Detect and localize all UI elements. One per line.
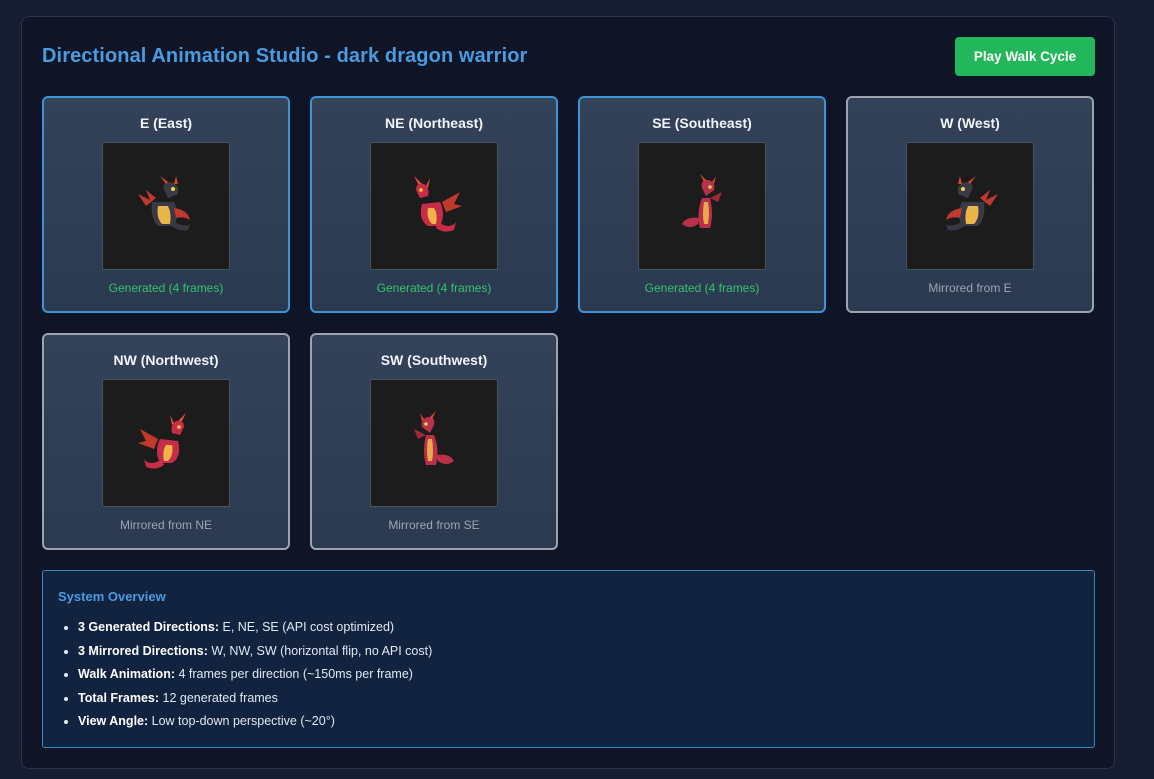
overview-list: 3 Generated Directions: E, NE, SE (API c… — [78, 619, 432, 737]
dragon-sprite-east — [138, 176, 190, 231]
dragon-sprite-northeast — [414, 176, 462, 232]
direction-status: Mirrored from SE — [388, 518, 480, 532]
item-label: Walk Animation: — [78, 667, 175, 681]
overview-title: System Overview — [58, 589, 166, 604]
direction-label: NW (Northwest) — [113, 352, 219, 368]
play-walk-cycle-button[interactable]: Play Walk Cycle — [955, 37, 1095, 76]
item-text: Low top-down perspective (~20°) — [151, 714, 335, 728]
direction-label: NE (Northeast) — [384, 115, 483, 131]
sprite-preview — [102, 142, 230, 270]
item-label: 3 Generated Directions: — [78, 620, 220, 634]
item-label: View Angle: — [78, 714, 149, 728]
direction-label: SE (Southeast) — [652, 115, 752, 131]
direction-card-northeast[interactable]: NE (Northeast) Generated (4 frames) — [310, 96, 558, 313]
dragon-sprite-southwest — [414, 411, 454, 465]
direction-card-southeast[interactable]: SE (Southeast) Generated (4 frames) — [578, 96, 826, 313]
sprite-preview — [102, 379, 230, 507]
item-text: W, NW, SW (horizontal flip, no API cost) — [211, 643, 433, 658]
direction-status: Generated (4 frames) — [376, 281, 492, 295]
list-item: View Angle: Low top-down perspective (~2… — [78, 713, 432, 737]
item-label: Total Frames: — [78, 690, 160, 705]
direction-label: SW (Southwest) — [380, 352, 488, 368]
list-item: 3 Mirrored Directions: W, NW, SW (horizo… — [78, 643, 432, 667]
item-label: 3 Mirrored Directions: — [78, 643, 208, 658]
direction-card-west[interactable]: W (West) Mirrored from E — [846, 96, 1094, 313]
sprite-preview — [638, 142, 766, 270]
direction-status: Generated (4 frames) — [644, 281, 760, 295]
page-title: Directional Animation Studio - dark drag… — [42, 45, 528, 67]
direction-label: E (East) — [139, 115, 193, 131]
direction-card-east[interactable]: E (East) Generated (4 frames) — [42, 96, 290, 313]
list-item: 3 Generated Directions: E, NE, SE (API c… — [78, 619, 432, 643]
direction-status: Mirrored from NE — [119, 518, 212, 532]
sprite-preview — [370, 142, 498, 270]
sprite-preview — [370, 379, 498, 507]
direction-card-northwest[interactable]: NW (Northwest) Mirrored from NE — [42, 333, 290, 550]
list-item: Total Frames: 12 generated frames — [78, 690, 432, 714]
dragon-sprite-northwest — [138, 413, 186, 469]
system-overview-panel: System Overview 3 Generated Directions: … — [42, 570, 1095, 748]
dragon-sprite-southeast — [682, 174, 722, 228]
sprite-preview — [906, 142, 1034, 270]
direction-status: Mirrored from E — [928, 281, 1012, 295]
studio-panel: Directional Animation Studio - dark drag… — [21, 16, 1115, 769]
item-text: E, NE, SE (API cost optimized) — [222, 620, 395, 634]
dragon-sprite-west — [946, 176, 998, 231]
list-item: Walk Animation: 4 frames per direction (… — [78, 666, 432, 690]
item-text: 12 generated frames — [162, 690, 278, 705]
item-text: 4 frames per direction (~150ms per frame… — [178, 667, 413, 681]
direction-label: W (West) — [940, 115, 1000, 131]
direction-card-southwest[interactable]: SW (Southwest) Mirrored from SE — [310, 333, 558, 550]
direction-status: Generated (4 frames) — [108, 281, 224, 295]
